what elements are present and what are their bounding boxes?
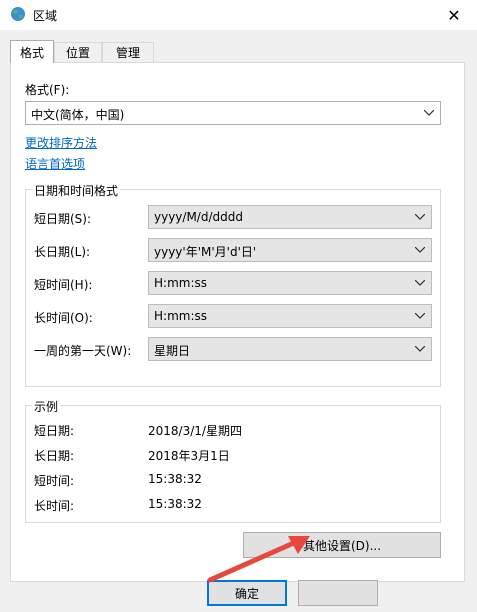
close-button[interactable]: ✕ (431, 0, 477, 30)
long-time-label: 长时间(O): (34, 311, 93, 325)
chevron-down-icon (415, 280, 425, 286)
tab-label: 管理 (115, 46, 140, 60)
long-time-value: H:mm:ss (154, 309, 207, 323)
first-day-dropdown[interactable]: 星期日 (148, 337, 432, 361)
globe-icon (11, 7, 25, 21)
short-date-dropdown[interactable]: yyyy/M/d/dddd (148, 205, 432, 229)
group-title: 日期和时间格式 (32, 182, 121, 199)
window-title: 区域 (33, 9, 58, 23)
first-day-label: 一周的第一天(W): (34, 344, 132, 358)
short-date-value: yyyy/M/d/dddd (154, 210, 243, 224)
chevron-down-icon (415, 313, 425, 319)
format-label: 格式(F): (25, 83, 70, 97)
chevron-down-icon (415, 247, 425, 253)
example-long-time-label: 长时间: (34, 499, 75, 513)
example-long-time-value: 15:38:32 (148, 497, 202, 511)
tab-location[interactable]: 位置 (54, 42, 102, 62)
examples-group: 示例 短日期: 2018/3/1/星期四 长日期: 2018年3月1日 短时间:… (25, 398, 441, 523)
short-time-dropdown[interactable]: H:mm:ss (148, 271, 432, 295)
first-day-value: 星期日 (154, 344, 191, 358)
datetime-format-group: 日期和时间格式 短日期(S): yyyy/M/d/dddd 长日期(L): yy… (25, 182, 441, 387)
long-date-value: yyyy'年'M'月'd'日' (154, 245, 257, 259)
example-long-date-value: 2018年3月1日 (148, 449, 230, 463)
long-time-dropdown[interactable]: H:mm:ss (148, 304, 432, 328)
language-preferences-link[interactable]: 语言首选项 (25, 155, 85, 172)
format-panel: 格式(F): 中文(简体，中国) 更改排序方法 语言首选项 日期和时间格式 短日… (10, 62, 465, 582)
short-time-value: H:mm:ss (154, 276, 207, 290)
format-value: 中文(简体，中国) (31, 108, 125, 122)
tab-label: 位置 (65, 46, 90, 60)
long-date-label: 长日期(L): (34, 245, 91, 259)
example-short-date-value: 2018/3/1/星期四 (148, 424, 242, 438)
short-time-label: 短时间(H): (34, 278, 93, 292)
close-icon: ✕ (447, 5, 461, 25)
tab-label: 格式 (19, 45, 44, 60)
format-dropdown[interactable]: 中文(简体，中国) (25, 101, 441, 125)
long-date-dropdown[interactable]: yyyy'年'M'月'd'日' (148, 238, 432, 262)
example-long-date-label: 长日期: (34, 449, 75, 463)
annotation-arrow-icon (207, 536, 310, 583)
example-short-time-value: 15:38:32 (148, 472, 202, 486)
example-short-date-label: 短日期: (34, 424, 75, 438)
chevron-down-icon (415, 346, 425, 352)
short-date-label: 短日期(S): (34, 212, 92, 226)
tab-format[interactable]: 格式 (10, 40, 54, 63)
example-short-time-label: 短时间: (34, 474, 75, 488)
group-title: 示例 (32, 398, 61, 415)
change-sort-link[interactable]: 更改排序方法 (25, 134, 97, 151)
tab-administrative[interactable]: 管理 (102, 42, 154, 62)
chevron-down-icon (415, 214, 425, 220)
title-bar: 区域 ✕ (0, 0, 477, 30)
chevron-down-icon (424, 110, 434, 116)
